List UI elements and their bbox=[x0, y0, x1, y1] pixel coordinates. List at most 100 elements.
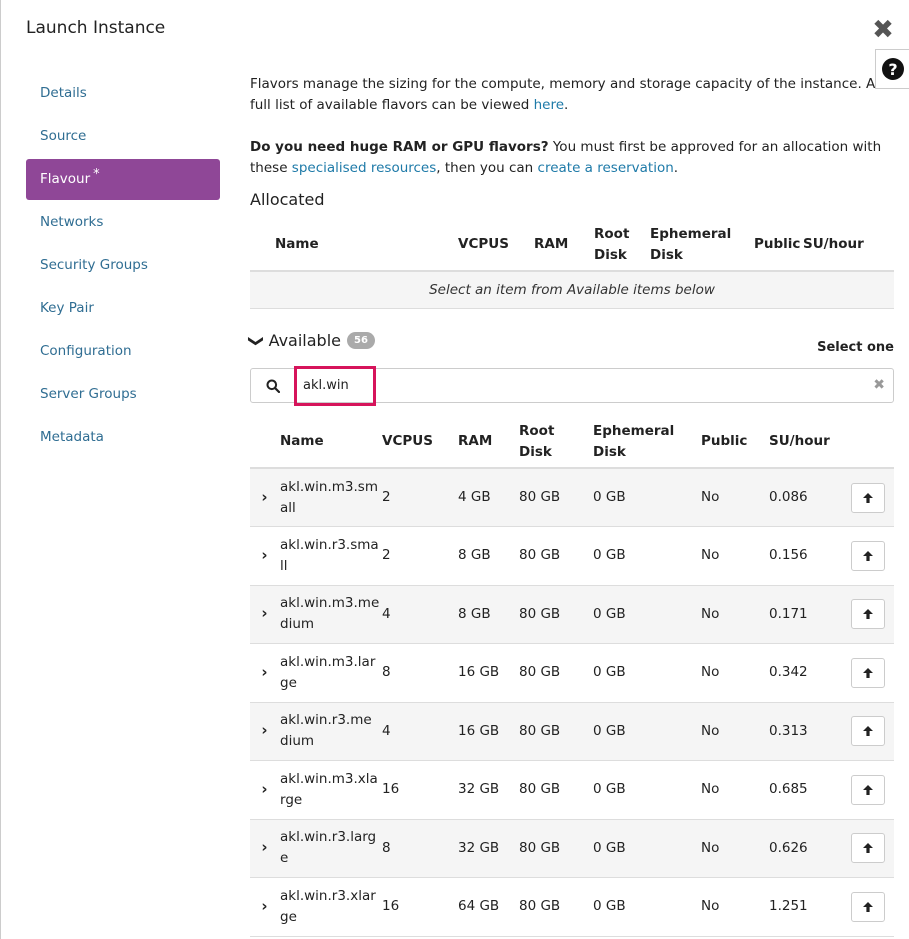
cell-root-disk: 80 GB bbox=[519, 898, 561, 915]
specialised-resources-link[interactable]: specialised resources bbox=[292, 160, 436, 176]
nav-item-label: Security Groups bbox=[40, 257, 148, 273]
available-title: Available bbox=[268, 331, 341, 350]
col-root-disk: Root Disk bbox=[594, 225, 630, 263]
cell-ephemeral-disk: 0 GB bbox=[593, 605, 626, 622]
cell-root-disk: 80 GB bbox=[519, 605, 561, 622]
cell-su-hour: 0.086 bbox=[769, 489, 808, 505]
allocate-button[interactable] bbox=[851, 599, 885, 630]
col-vcpus: VCPUS bbox=[382, 433, 433, 449]
nav-item-configuration[interactable]: Configuration bbox=[26, 331, 220, 372]
col-su-hour: SU/hour bbox=[769, 433, 830, 449]
search-bar: ✖ bbox=[250, 368, 894, 403]
chevron-right-icon[interactable]: › bbox=[261, 546, 267, 564]
cell-vcpus: 8 bbox=[382, 664, 391, 681]
allocated-table: Name VCPUS RAM Root Disk Ephemeral Disk … bbox=[250, 219, 894, 309]
nav-item-security-groups[interactable]: Security Groups bbox=[26, 245, 220, 286]
nav-item-details[interactable]: Details bbox=[26, 73, 220, 114]
nav-item-label: Metadata bbox=[40, 429, 104, 445]
allocate-button[interactable] bbox=[851, 891, 885, 922]
create-reservation-link[interactable]: create a reservation bbox=[538, 160, 674, 176]
cell-public: No bbox=[701, 781, 720, 798]
available-toggle[interactable]: ❯ Available 56 bbox=[247, 331, 375, 350]
cell-su-hour: 0.313 bbox=[769, 722, 808, 739]
table-row: › akl.win.r3.large 8 32 GB 80 GB 0 GB No 0.626 bbox=[250, 819, 894, 878]
col-vcpus: VCPUS bbox=[458, 236, 509, 252]
col-name: Name bbox=[280, 433, 324, 449]
allocate-button[interactable] bbox=[851, 657, 885, 688]
cell-root-disk: 80 GB bbox=[519, 781, 561, 798]
cell-name: akl.win.m3.small bbox=[280, 478, 378, 516]
cell-root-disk: 80 GB bbox=[519, 664, 561, 681]
allocate-button[interactable] bbox=[851, 716, 885, 747]
nav-item-label: Source bbox=[40, 128, 87, 144]
nav-item-key-pair[interactable]: Key Pair bbox=[26, 288, 220, 329]
cell-vcpus: 2 bbox=[382, 489, 391, 505]
table-row: › akl.win.m3.medium 4 8 GB 80 GB 0 GB No 0.171 bbox=[250, 585, 894, 644]
chevron-right-icon[interactable]: › bbox=[261, 488, 267, 506]
cell-ephemeral-disk: 0 GB bbox=[593, 839, 626, 856]
chevron-right-icon[interactable]: › bbox=[261, 838, 267, 856]
nav-item-server-groups[interactable]: Server Groups bbox=[26, 374, 220, 415]
cell-vcpus: 2 bbox=[382, 547, 391, 564]
allocated-title: Allocated bbox=[250, 190, 325, 209]
select-one-hint: Select one bbox=[817, 340, 894, 355]
cell-ephemeral-disk: 0 GB bbox=[593, 781, 626, 798]
cell-root-disk: 80 GB bbox=[519, 722, 561, 739]
allocated-empty-message: Select an item from Available items belo… bbox=[250, 271, 894, 309]
allocate-button[interactable] bbox=[851, 833, 885, 864]
nav-item-metadata[interactable]: Metadata bbox=[26, 417, 220, 458]
table-row: › akl.win.m3.large 8 16 GB 80 GB 0 GB No 0.342 bbox=[250, 644, 894, 702]
col-name: Name bbox=[275, 236, 319, 252]
chevron-right-icon[interactable]: › bbox=[261, 604, 267, 622]
nav-item-label: Flavour bbox=[40, 171, 91, 187]
cell-vcpus: 8 bbox=[382, 839, 391, 856]
cell-public: No bbox=[701, 722, 720, 739]
cell-ram: 16 GB bbox=[458, 664, 500, 681]
cell-su-hour: 0.685 bbox=[769, 781, 808, 798]
cell-public: No bbox=[701, 489, 720, 505]
allocate-button[interactable] bbox=[851, 482, 885, 513]
chevron-right-icon[interactable]: › bbox=[261, 897, 267, 915]
arrow-up-icon bbox=[863, 667, 873, 678]
search-input[interactable] bbox=[303, 375, 823, 396]
cell-public: No bbox=[701, 605, 720, 622]
arrow-up-icon bbox=[863, 843, 873, 854]
clear-search-icon[interactable]: ✖ bbox=[873, 377, 885, 393]
cell-ram: 32 GB bbox=[458, 839, 500, 856]
close-icon[interactable]: ✖ bbox=[869, 16, 897, 44]
cell-ram: 32 GB bbox=[458, 781, 500, 798]
allocate-button[interactable] bbox=[851, 540, 885, 571]
cell-root-disk: 80 GB bbox=[519, 547, 561, 564]
intro-paragraph: Flavors manage the sizing for the comput… bbox=[250, 76, 876, 113]
cell-name: akl.win.m3.medium bbox=[280, 595, 380, 633]
cell-public: No bbox=[701, 898, 720, 915]
col-ram: RAM bbox=[458, 433, 493, 449]
available-count-badge: 56 bbox=[347, 332, 375, 349]
nav-item-flavour[interactable]: Flavour * bbox=[26, 159, 220, 200]
chevron-right-icon[interactable]: › bbox=[261, 780, 267, 798]
available-table: Name VCPUS RAM Root Disk Ephemeral Disk … bbox=[250, 416, 894, 937]
col-su-hour: SU/hour bbox=[803, 236, 864, 252]
cell-name: akl.win.m3.large bbox=[280, 653, 376, 691]
nav-item-source[interactable]: Source bbox=[26, 116, 220, 157]
required-marker: * bbox=[93, 166, 100, 182]
arrow-up-icon bbox=[863, 784, 873, 795]
nav-item-networks[interactable]: Networks bbox=[26, 202, 220, 243]
cell-vcpus: 4 bbox=[382, 722, 391, 739]
cell-vcpus: 16 bbox=[382, 898, 400, 915]
cell-ephemeral-disk: 0 GB bbox=[593, 898, 626, 915]
col-root-disk: Root Disk bbox=[519, 422, 555, 460]
cell-vcpus: 16 bbox=[382, 781, 400, 798]
cell-ram: 16 GB bbox=[458, 722, 500, 739]
allocate-button[interactable] bbox=[851, 774, 885, 805]
chevron-right-icon[interactable]: › bbox=[261, 663, 267, 681]
col-ephemeral-disk: Ephemeral Disk bbox=[593, 422, 675, 460]
flavors-list-link[interactable]: here bbox=[534, 97, 564, 113]
chevron-right-icon[interactable]: › bbox=[261, 721, 267, 739]
arrow-up-icon bbox=[863, 550, 873, 561]
cell-ram: 8 GB bbox=[458, 605, 491, 622]
cell-name: akl.win.r3.xlarge bbox=[280, 887, 376, 925]
table-row: › akl.win.r3.small 2 8 GB 80 GB 0 GB No 0.156 bbox=[250, 527, 894, 585]
cell-ram: 8 GB bbox=[458, 547, 491, 564]
launch-instance-modal: Launch Instance ✖ ? Details Source Flavour… bbox=[0, 0, 909, 939]
